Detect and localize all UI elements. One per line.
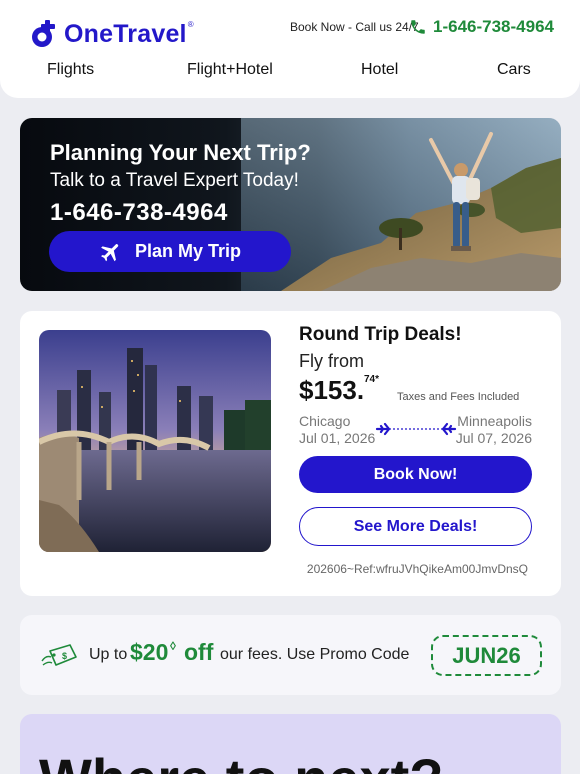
svg-text:$: $ — [62, 651, 67, 661]
taxes-note: Taxes and Fees Included — [397, 391, 520, 403]
see-more-deals-button[interactable]: See More Deals! — [299, 507, 532, 546]
destination-city: Minneapolis — [457, 413, 532, 429]
promo-code-strip: $ Up to $20 ◊ off our fees. Use Promo Co… — [20, 615, 561, 695]
book-now-text: Book Now - Call us 24/7 — [290, 20, 419, 34]
deal-reference: 202606~Ref:wfruJVhQikeAm00JmvDnsQ — [306, 562, 528, 576]
travel-expert-banner[interactable]: Planning Your Next Trip? Talk to a Trave… — [20, 118, 561, 291]
deal-title: Round Trip Deals! — [299, 324, 462, 345]
return-date: Jul 07, 2026 — [455, 430, 532, 446]
book-now-button[interactable]: Book Now! — [299, 456, 532, 493]
registered-mark: ® — [187, 19, 194, 29]
flight-route-icon — [375, 422, 457, 436]
logo-text: OneTravel — [64, 19, 187, 48]
onetravel-logo-icon — [32, 20, 55, 47]
promo-footnote-mark: ◊ — [170, 639, 176, 653]
where-to-next-heading: Where to next? — [39, 746, 443, 774]
deal-price: $153. — [299, 375, 365, 405]
plan-my-trip-label: Plan My Trip — [134, 241, 242, 261]
nav-hotel[interactable]: Hotel — [361, 61, 398, 79]
origin-city: Chicago — [299, 413, 351, 429]
fly-from-label: Fly from — [299, 351, 364, 371]
banner-phone[interactable]: 1-646-738-4964 — [50, 199, 228, 227]
nav-flights[interactable]: Flights — [47, 61, 94, 79]
header-phone-link[interactable]: 1-646-738-4964 — [433, 17, 554, 37]
round-trip-deal-card: Round Trip Deals! Fly from $153. 74* Tax… — [20, 311, 561, 596]
banner-subtitle: Talk to a Travel Expert Today! — [50, 170, 299, 191]
site-header: OneTravel ® Book Now - Call us 24/7 1-64… — [0, 0, 580, 98]
nav-cars[interactable]: Cars — [497, 61, 531, 79]
plan-my-trip-button[interactable]: Plan My Trip — [49, 231, 291, 272]
price-tag-icon: $ — [41, 644, 77, 666]
nav-flight-hotel[interactable]: Flight+Hotel — [187, 61, 273, 79]
phone-icon — [411, 20, 425, 34]
promo-off: off — [184, 639, 214, 665]
airplane-icon — [101, 243, 119, 261]
deal-price-cents: 74* — [364, 374, 380, 385]
promo-amount: $20 — [130, 639, 169, 665]
promo-prefix: Up to — [89, 646, 128, 663]
banner-title: Planning Your Next Trip? — [50, 140, 311, 165]
onetravel-logo[interactable]: OneTravel ® — [28, 18, 194, 50]
promo-code-badge[interactable]: JUN26 — [431, 635, 542, 676]
promo-suffix: our fees. Use Promo Code — [220, 646, 410, 663]
where-to-next-section: Where to next? — [20, 714, 561, 774]
minneapolis-skyline-photo[interactable] — [39, 330, 271, 552]
depart-date: Jul 01, 2026 — [299, 430, 376, 446]
